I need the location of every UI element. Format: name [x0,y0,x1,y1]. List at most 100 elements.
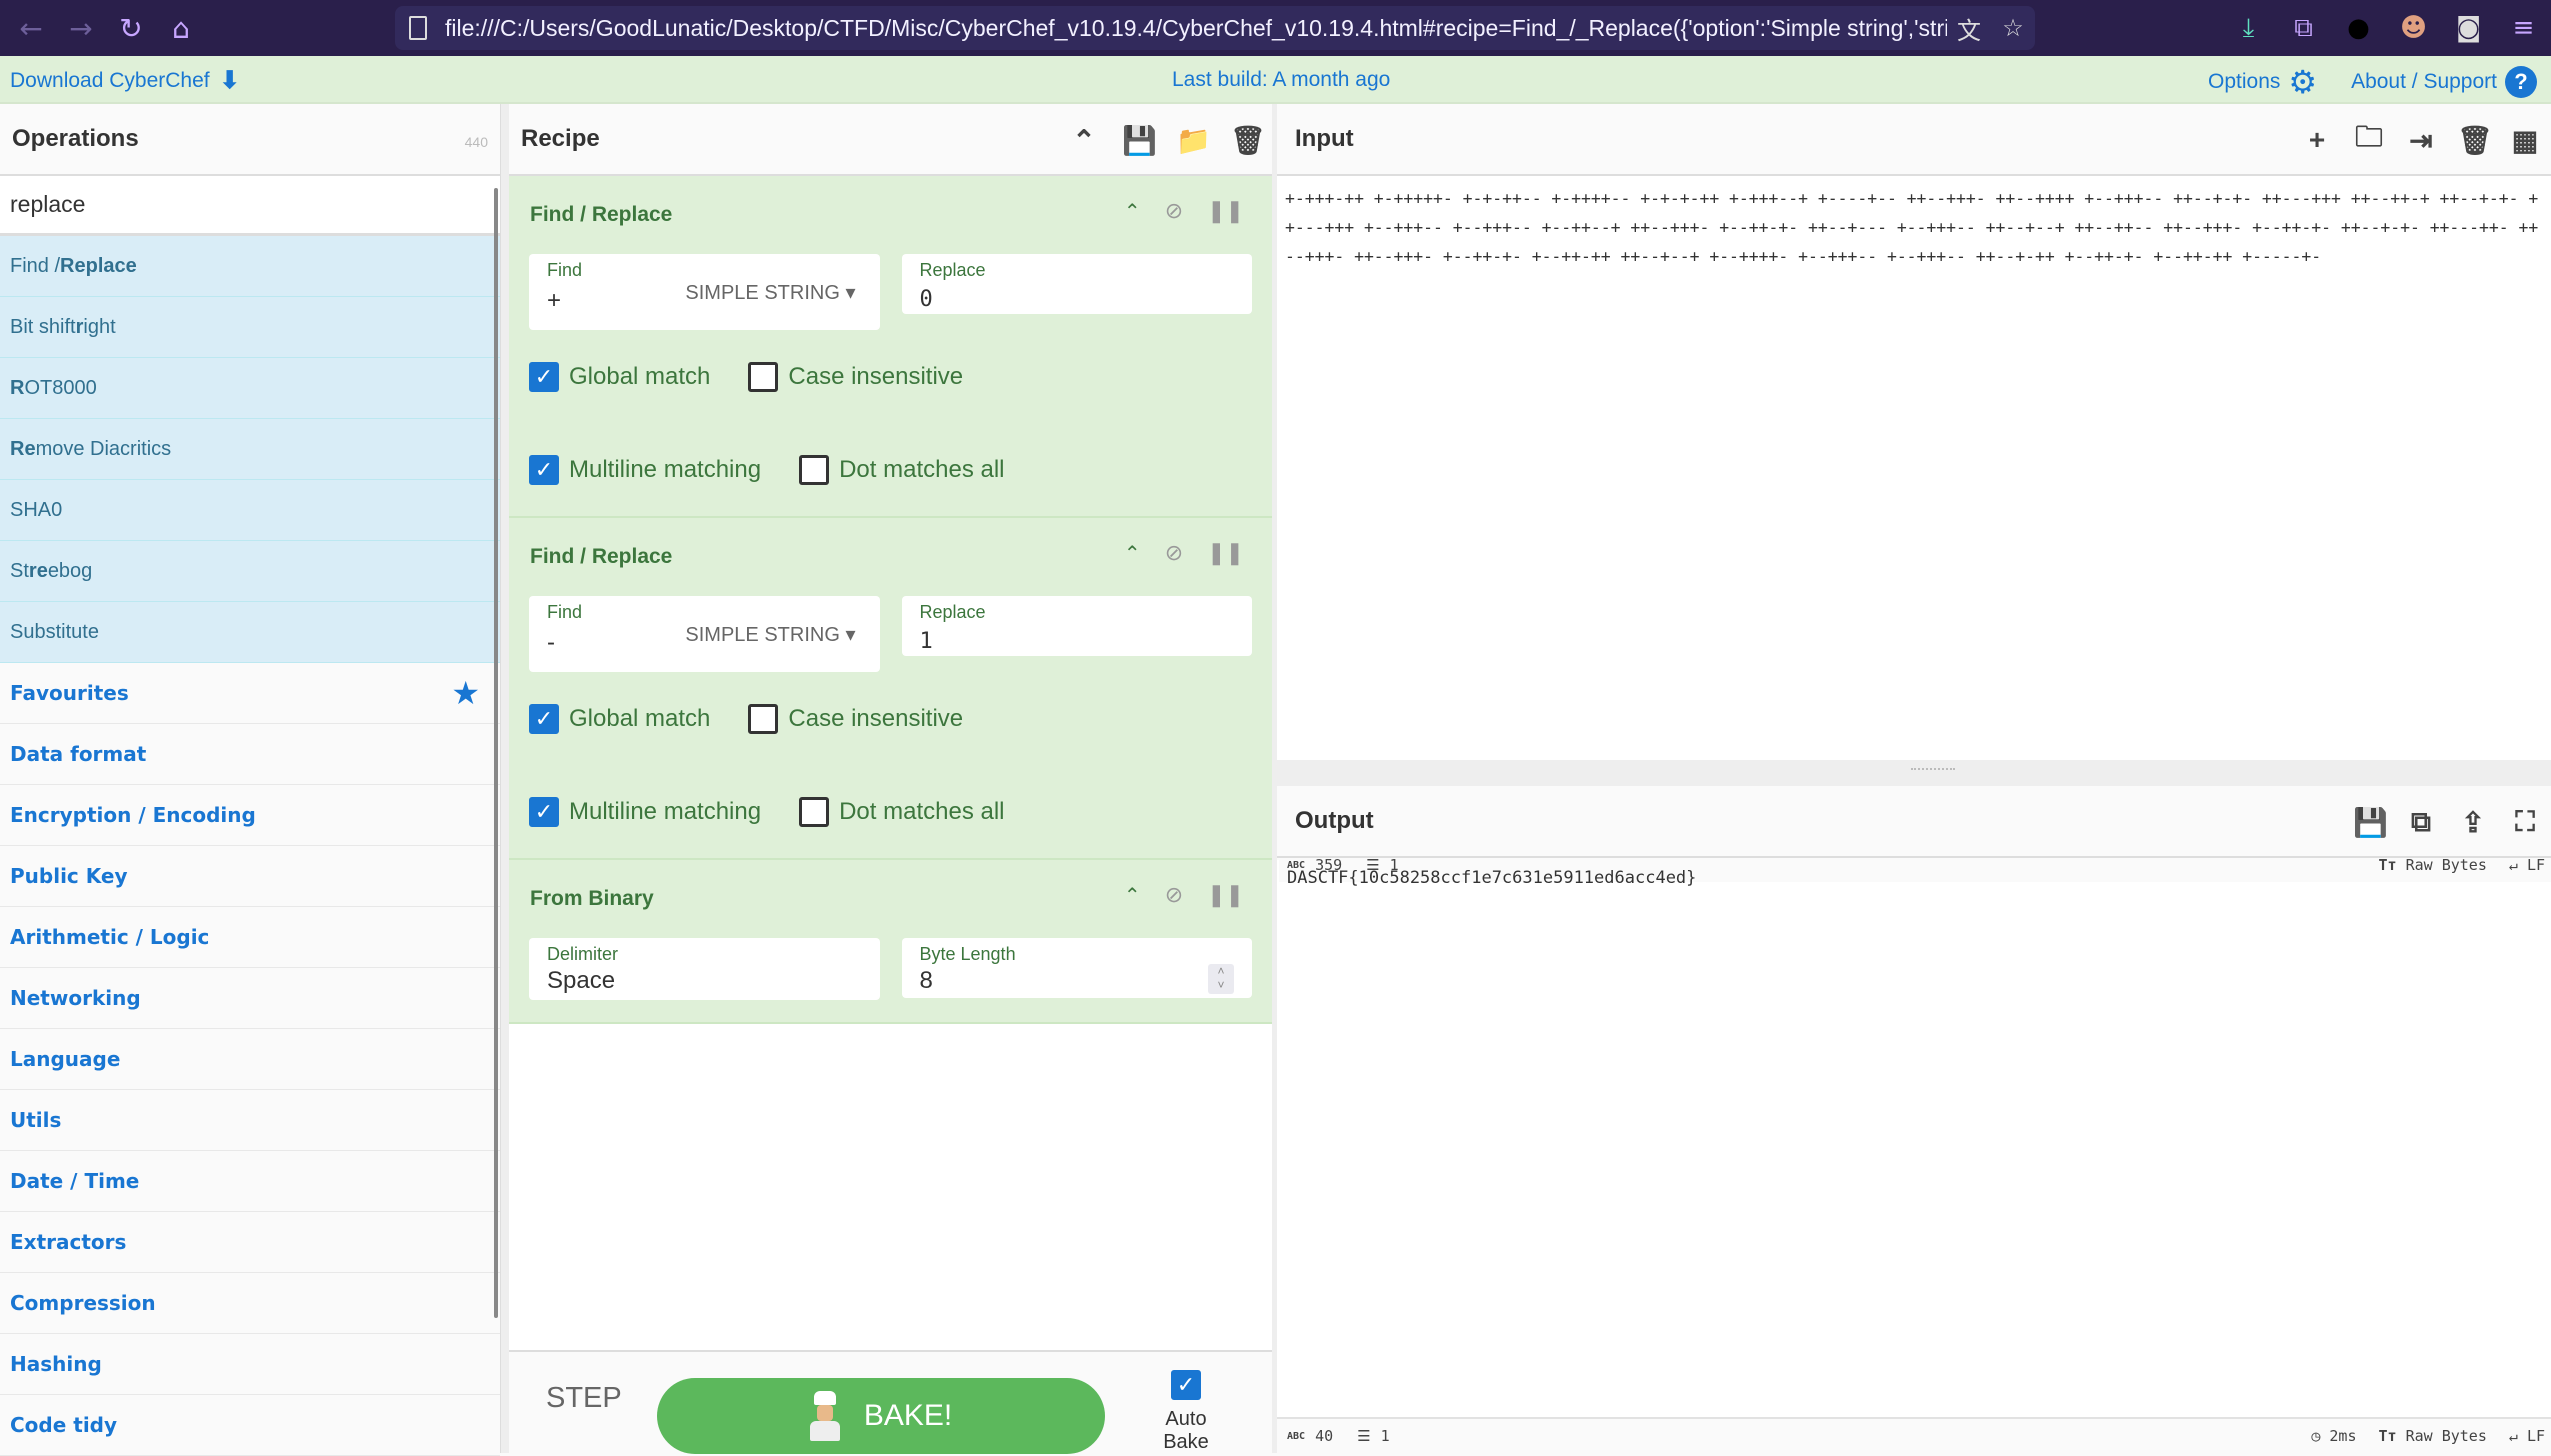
category-hashing[interactable]: Hashing [0,1334,500,1395]
find-field[interactable]: Find + SIMPLE STRING ▾ [529,254,880,330]
checkbox-box[interactable] [799,455,829,485]
checkbox-case-insensitive[interactable]: Case insensitive [748,330,963,423]
replace-value[interactable]: 0 [920,287,1235,312]
open-folder-icon[interactable]: 🗀 [2353,116,2385,164]
checkbox-dot-matches-all[interactable]: Dot matches all [799,423,1004,516]
collapse-chevron-icon[interactable]: ⌃ [1124,541,1141,566]
step-button[interactable]: STEP [546,1382,622,1415]
replace-input-with-output-icon[interactable]: ⇪ [2457,806,2489,839]
avatar-icon[interactable]: ☻ [2386,13,2441,43]
checkbox-box[interactable]: ✓ [529,455,559,485]
category-compression[interactable]: Compression [0,1273,500,1334]
io-resize-handle[interactable] [1277,760,2551,786]
op-result-item[interactable]: Bit shift right [0,297,500,358]
collapse-chevron-icon[interactable]: ⌃ [1124,199,1141,224]
category-favourites[interactable]: Favourites★ [0,663,500,724]
auto-bake-checkbox[interactable]: ✓ [1171,1370,1201,1400]
checkbox-global-match[interactable]: ✓Global match [529,330,710,423]
reset-layout-icon[interactable]: ▦ [2509,124,2541,157]
category-date-time[interactable]: Date / Time [0,1151,500,1212]
about-support-button[interactable]: About / Support ? [2351,66,2537,98]
byte-length-field[interactable]: Byte Length 8 ˄˅ [902,938,1253,998]
checkbox-box[interactable]: ✓ [529,362,559,392]
category-data-format[interactable]: Data format [0,724,500,785]
disable-op-icon[interactable]: ⊘ [1165,540,1183,566]
breakpoint-pause-icon[interactable]: ❚❚ [1207,198,1244,224]
save-recipe-icon[interactable]: 💾 [1122,124,1154,157]
translate-icon[interactable]: 文 [1947,11,1991,46]
url-text[interactable]: file:///C:/Users/GoodLunatic/Desktop/CTF… [445,15,1947,42]
checkbox-multiline-matching[interactable]: ✓Multiline matching [529,423,761,516]
checkbox-box[interactable] [799,797,829,827]
category-arithmetic-logic[interactable]: Arithmetic / Logic [0,907,500,968]
op-result-item[interactable]: Substitute [0,602,500,663]
operations-scrollbar[interactable] [494,188,498,1318]
download-cyberchef-link[interactable]: Download CyberChef ⬇ [10,66,240,95]
category-language[interactable]: Language [0,1029,500,1090]
back-button[interactable]: ← [6,0,56,56]
recipe-op-find-replace-2[interactable]: Find / Replace ⌃ ⊘ ❚❚ Find - SIMPLE STRI… [509,518,1272,860]
op-result-item[interactable]: SHA0 [0,480,500,541]
options-button[interactable]: Options ⚙ [2208,63,2317,101]
find-field[interactable]: Find - SIMPLE STRING ▾ [529,596,880,672]
disable-op-icon[interactable]: ⊘ [1165,882,1183,908]
extensions-icon[interactable]: ⧉ [2276,13,2331,44]
bookmark-star-icon[interactable]: ☆ [1991,14,2035,43]
checkbox-box[interactable] [748,362,778,392]
checkbox-box[interactable]: ✓ [529,797,559,827]
category-encryption-encoding[interactable]: Encryption / Encoding [0,785,500,846]
output-text[interactable]: DASCTF{10c58258ccf1e7c631e5911ed6acc4ed} [1277,860,2551,896]
delimiter-field[interactable]: Delimiter Space [529,938,880,1000]
home-button[interactable]: ⌂ [156,0,206,56]
op-result-item[interactable]: ROT8000 [0,358,500,419]
input-textarea[interactable]: +-+++-++ +-+++++- +-+-++-- +-++++-- +-+-… [1277,176,2551,746]
clear-recipe-trash-icon[interactable]: 🗑 [1230,124,1262,157]
recipe-op-from-binary[interactable]: From Binary ⌃ ⊘ ❚❚ Delimiter Space Byte … [509,860,1272,1024]
delimiter-value[interactable]: Space [547,967,862,995]
breakpoint-pause-icon[interactable]: ❚❚ [1207,882,1244,908]
private-mask-icon[interactable]: ◙ [2441,13,2496,43]
disable-op-icon[interactable]: ⊘ [1165,198,1183,224]
category-utils[interactable]: Utils [0,1090,500,1151]
add-tab-plus-icon[interactable]: + [2301,124,2333,156]
save-output-icon[interactable]: 💾 [2353,806,2385,839]
collapse-all-icon[interactable]: ⌃ [1068,124,1100,157]
op-result-item[interactable]: Remove Diacritics [0,419,500,480]
checkbox-case-insensitive[interactable]: Case insensitive [748,672,963,765]
category-networking[interactable]: Networking [0,968,500,1029]
star-icon[interactable]: ★ [451,674,480,712]
category-public-key[interactable]: Public Key [0,846,500,907]
byte-length-value[interactable]: 8 [920,967,1235,995]
extension-circle-icon[interactable]: ● [2331,13,2386,43]
search-input[interactable] [10,191,490,218]
ops-recipe-gutter[interactable] [501,104,509,1453]
auto-bake-toggle[interactable]: ✓ Auto Bake [1141,1370,1231,1454]
find-type-dropdown[interactable]: SIMPLE STRING ▾ [685,622,855,647]
replace-field[interactable]: Replace 1 [902,596,1253,656]
category-code-tidy[interactable]: Code tidy [0,1395,500,1456]
breakpoint-pause-icon[interactable]: ❚❚ [1207,540,1244,566]
load-recipe-folder-icon[interactable]: 📁 [1176,124,1208,157]
checkbox-multiline-matching[interactable]: ✓Multiline matching [529,765,761,858]
find-type-dropdown[interactable]: SIMPLE STRING ▾ [685,280,855,305]
recipe-op-find-replace-1[interactable]: Find / Replace ⌃ ⊘ ❚❚ Find + SIMPLE STRI… [509,176,1272,518]
checkbox-box[interactable] [748,704,778,734]
forward-button[interactable]: → [56,0,106,56]
bake-button[interactable]: BAKE! [657,1378,1105,1454]
op-result-item[interactable]: Streebog [0,541,500,602]
checkbox-dot-matches-all[interactable]: Dot matches all [799,765,1004,858]
reload-button[interactable]: ↻ [106,0,156,56]
output-eol-button[interactable]: ↵ LF [2509,1427,2545,1445]
maximise-output-icon[interactable]: ⛶ [2509,806,2541,839]
replace-field[interactable]: Replace 0 [902,254,1253,314]
collapse-chevron-icon[interactable]: ⌃ [1124,883,1141,908]
open-file-import-icon[interactable]: ⇥ [2405,124,2437,157]
downloads-icon[interactable]: ⤓ [2221,13,2276,44]
clear-input-trash-icon[interactable]: 🗑 [2457,124,2489,157]
address-bar[interactable]: file:///C:/Users/GoodLunatic/Desktop/CTF… [395,6,2035,50]
replace-value[interactable]: 1 [920,629,1235,654]
output-encoding-button[interactable]: Tт Raw Bytes [2379,1427,2487,1445]
checkbox-global-match[interactable]: ✓Global match [529,672,710,765]
op-result-item[interactable]: Find / Replace [0,236,500,297]
checkbox-box[interactable]: ✓ [529,704,559,734]
